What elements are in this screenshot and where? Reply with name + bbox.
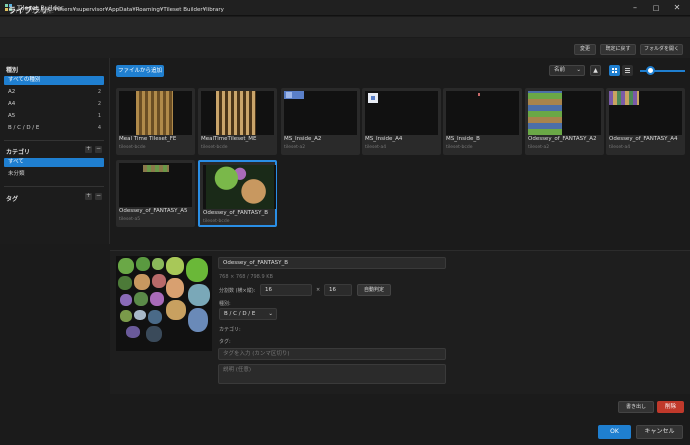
tileset-card-name: Meal Time Tileset_FE bbox=[119, 136, 177, 142]
tileset-card-name: MS_Inside_A2 bbox=[284, 136, 322, 142]
tileset-card-type: tileset-a2 bbox=[528, 145, 550, 150]
tileset-thumbnail bbox=[203, 165, 276, 209]
type-item-a5[interactable]: A5 1 bbox=[4, 112, 104, 121]
add-tag-icon[interactable]: + bbox=[85, 193, 92, 200]
split-separator: × bbox=[316, 287, 321, 293]
tileset-card-name: MS_Inside_B bbox=[446, 136, 480, 142]
tileset-thumbnail bbox=[201, 91, 274, 135]
category-heading: カテゴリ bbox=[6, 149, 31, 156]
close-icon[interactable]: ✕ bbox=[672, 3, 682, 13]
type-item-bcde[interactable]: B / C / D / E 4 bbox=[4, 124, 104, 133]
library-path-value: C:¥Users¥supervisor¥AppData¥Roaming¥Tile… bbox=[48, 7, 224, 13]
type-item-label: B / C / D / E bbox=[8, 125, 40, 131]
remove-category-icon[interactable]: − bbox=[95, 146, 102, 153]
tileset-card-type: tileset-bcde bbox=[203, 219, 230, 224]
tileset-card-type: tileset-a4 bbox=[365, 145, 387, 150]
delete-button[interactable]: 削除 bbox=[657, 401, 684, 413]
tileset-card-name: MealTimeTileset_ME bbox=[201, 136, 257, 142]
cancel-button[interactable]: キャンセル bbox=[636, 425, 683, 439]
tileset-card[interactable]: MS_Inside_A4 tileset-a4 bbox=[362, 88, 441, 155]
type-label: 種別: bbox=[219, 301, 231, 307]
zoom-slider-thumb[interactable] bbox=[646, 66, 655, 75]
tileset-card-name: Odessey_of_FANTASY_A2 bbox=[528, 136, 597, 142]
type-count: 2 bbox=[97, 89, 101, 95]
tileset-card[interactable]: Odessey_of_FANTASY_A4 tileset-a4 bbox=[606, 88, 685, 155]
category-label: カテゴリ: bbox=[219, 327, 241, 333]
tag-label: タグ: bbox=[219, 339, 231, 345]
tileset-card-name: MS_Inside_A4 bbox=[365, 136, 403, 142]
tileset-thumbnail bbox=[119, 91, 192, 135]
tileset-card-type: tileset-a5 bbox=[119, 217, 141, 222]
divider bbox=[4, 186, 104, 187]
type-select-value: B / C / D / E bbox=[224, 311, 256, 317]
tag-heading: タグ bbox=[6, 196, 19, 203]
tileset-card[interactable]: Meal Time Tileset_FE tileset-bcde bbox=[116, 88, 195, 155]
remove-tag-icon[interactable]: − bbox=[95, 193, 102, 200]
add-category-icon[interactable]: + bbox=[85, 146, 92, 153]
type-item-a4[interactable]: A4 2 bbox=[4, 100, 104, 109]
type-count: 1 bbox=[97, 113, 101, 119]
tileset-thumbnail bbox=[446, 91, 519, 135]
tileset-card-type: tileset-bcde bbox=[119, 145, 146, 150]
library-path-label: ライブラリの場所: bbox=[8, 9, 54, 15]
change-path-button[interactable]: 変更 bbox=[574, 44, 596, 55]
add-from-file-button[interactable]: ファイルから追加 bbox=[116, 65, 164, 77]
tileset-card-type: tileset-bcde bbox=[201, 145, 228, 150]
divider bbox=[4, 140, 104, 141]
tileset-card-type: tileset-a4 bbox=[609, 145, 631, 150]
type-heading: 種別 bbox=[6, 67, 19, 74]
tileset-thumbnail bbox=[119, 163, 192, 207]
export-button[interactable]: 書き出し bbox=[618, 401, 654, 413]
description-textarea[interactable]: 説明 (任意) bbox=[218, 364, 446, 384]
tileset-card-name: Odessey_of_FANTASY_B bbox=[203, 210, 268, 216]
tileset-card-name: Odessey_of_FANTASY_A4 bbox=[609, 136, 678, 142]
tileset-card[interactable]: MS_Inside_B tileset-bcde bbox=[443, 88, 522, 155]
tag-input[interactable]: タグを入力 (カンマ区切り) bbox=[218, 348, 446, 360]
tileset-preview-image bbox=[116, 256, 212, 351]
tileset-card-type: tileset-a2 bbox=[284, 145, 306, 150]
heading-bar bbox=[0, 17, 690, 37]
reset-path-button[interactable]: 既定に戻す bbox=[600, 44, 636, 55]
sort-select[interactable]: 名前 ⌄ bbox=[549, 65, 585, 76]
open-folder-button[interactable]: フォルダを開く bbox=[640, 44, 683, 55]
type-item-all[interactable]: すべての種別 bbox=[4, 76, 104, 85]
type-item-label: すべての種別 bbox=[8, 77, 41, 83]
category-item-uncategorized[interactable]: 未分類 bbox=[4, 170, 104, 179]
auto-detect-button[interactable]: 自動判定 bbox=[357, 284, 391, 296]
split-x-input[interactable]: 16 bbox=[260, 284, 312, 296]
grid-view-icon[interactable] bbox=[609, 65, 620, 76]
sort-direction-icon[interactable]: ▲ bbox=[590, 65, 601, 76]
tileset-thumbnail bbox=[528, 91, 601, 135]
type-item-label: A4 bbox=[8, 101, 16, 107]
tileset-card[interactable]: Odessey_of_FANTASY_A2 tileset-a2 bbox=[525, 88, 604, 155]
tileset-meta: 768 × 768 / 798.9 KB bbox=[219, 274, 273, 280]
type-item-a2[interactable]: A2 2 bbox=[4, 88, 104, 97]
tileset-card-name: Odessey_of_FANTASY_A5 bbox=[119, 208, 188, 214]
type-count: 2 bbox=[97, 101, 101, 107]
maximize-icon[interactable]: □ bbox=[651, 3, 661, 13]
tileset-card[interactable]: MealTimeTileset_ME tileset-bcde bbox=[198, 88, 277, 155]
sort-select-value: 名前 bbox=[554, 67, 566, 73]
split-y-input[interactable]: 16 bbox=[324, 284, 352, 296]
chevron-down-icon: ⌄ bbox=[576, 67, 581, 73]
tileset-thumbnail bbox=[284, 91, 357, 135]
tileset-thumbnail bbox=[365, 91, 438, 135]
tileset-card[interactable]: MS_Inside_A2 tileset-a2 bbox=[281, 88, 360, 155]
type-select[interactable]: B / C / D / E ⌄ bbox=[219, 308, 277, 320]
tileset-card[interactable]: Odessey_of_FANTASY_B tileset-bcde bbox=[198, 160, 277, 227]
list-view-icon[interactable] bbox=[622, 65, 633, 76]
tileset-thumbnail bbox=[609, 91, 682, 135]
chevron-down-icon: ⌄ bbox=[268, 311, 273, 317]
ok-button[interactable]: OK bbox=[598, 425, 631, 439]
category-item-all[interactable]: すべて bbox=[4, 158, 104, 167]
type-item-label: A2 bbox=[8, 89, 16, 95]
split-label: 分割数 (横×縦): bbox=[219, 288, 256, 294]
tileset-name-input[interactable]: Odessey_of_FANTASY_B bbox=[218, 257, 446, 269]
type-count: 4 bbox=[97, 125, 101, 131]
type-item-label: A5 bbox=[8, 113, 16, 119]
tileset-card-type: tileset-bcde bbox=[446, 145, 473, 150]
tileset-card[interactable]: Odessey_of_FANTASY_A5 tileset-a5 bbox=[116, 160, 195, 227]
minimize-icon[interactable]: – bbox=[630, 3, 640, 13]
